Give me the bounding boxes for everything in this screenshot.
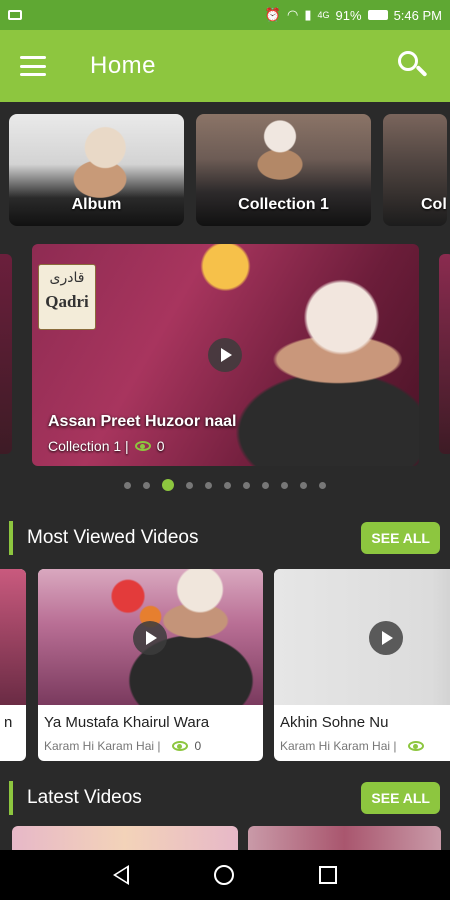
most-viewed-header: Most Viewed Videos SEE ALL <box>0 521 450 555</box>
slider-dot[interactable] <box>319 481 326 489</box>
page-title: Home <box>90 52 157 79</box>
category-card-col[interactable]: Col <box>383 114 447 226</box>
video-album: Karam Hi Karam Hai | <box>44 739 161 753</box>
video-title: Ya Mustafa Khairul Wara <box>44 714 210 731</box>
most-viewed-row: n Ya Mustafa Khairul Wara Karam Hi Karam… <box>0 569 450 764</box>
slider-dot[interactable] <box>124 481 131 489</box>
battery-percent: 91% <box>335 7 362 23</box>
category-card-album[interactable]: Album <box>9 114 184 226</box>
video-thumbnail <box>0 569 26 705</box>
slider-dot[interactable] <box>262 481 269 489</box>
slider-dot[interactable] <box>186 481 193 489</box>
latest-header: Latest Videos SEE ALL <box>0 781 450 815</box>
clock: 5:46 PM <box>393 7 442 23</box>
featured-collection: Collection 1 | <box>48 438 129 454</box>
app-bar: Home <box>0 30 450 102</box>
featured-title: Assan Preet Huzoor naal <box>48 413 237 430</box>
screen-icon <box>8 10 22 20</box>
video-views: 0 <box>194 739 202 753</box>
eye-icon <box>172 741 189 751</box>
slider-dots <box>0 479 450 491</box>
slider-dot[interactable] <box>162 479 174 491</box>
search-icon[interactable] <box>396 49 430 83</box>
section-accent-bar <box>9 781 13 815</box>
slider-dot[interactable] <box>300 481 307 489</box>
video-meta: Karam Hi Karam Hai | <box>280 739 430 753</box>
section-title-most-viewed: Most Viewed Videos <box>27 527 199 548</box>
play-button[interactable] <box>133 621 167 655</box>
latest-row <box>0 826 450 850</box>
play-button[interactable] <box>208 338 242 372</box>
network-label: 4G <box>317 10 330 20</box>
featured-slide[interactable]: قادری Qadri Assan Preet Huzoor naal Coll… <box>32 244 419 466</box>
video-title: Akhin Sohne Nu <box>280 714 389 731</box>
section-accent-bar <box>9 521 13 555</box>
logo-urdu: قادری <box>49 269 85 285</box>
slider-dot[interactable] <box>243 481 250 489</box>
slider-dot[interactable] <box>143 481 150 489</box>
video-meta: Karam Hi Karam Hai | 0 <box>44 739 201 753</box>
system-nav-bar <box>0 850 450 900</box>
logo-text: Qadri <box>45 292 89 311</box>
see-all-latest-button[interactable]: SEE ALL <box>361 782 440 814</box>
category-label: Col <box>421 196 447 213</box>
category-card-collection-1[interactable]: Collection 1 <box>196 114 371 226</box>
back-icon[interactable] <box>112 865 129 885</box>
alarm-icon: ⏰ <box>264 7 282 22</box>
play-button[interactable] <box>369 621 403 655</box>
section-title-latest: Latest Videos <box>27 787 142 808</box>
latest-video-card[interactable] <box>248 826 441 850</box>
qadri-logo: قادری Qadri <box>38 264 96 330</box>
category-label: Collection 1 <box>238 196 329 213</box>
slider-dot[interactable] <box>205 481 212 489</box>
slide-peek-right[interactable] <box>439 254 450 454</box>
video-album: Karam Hi Karam Hai | <box>280 739 397 753</box>
category-label: Album <box>71 196 122 213</box>
slide-peek-left[interactable] <box>0 254 12 454</box>
home-icon[interactable] <box>213 865 234 885</box>
video-title: n <box>4 714 13 731</box>
see-all-most-viewed-button[interactable]: SEE ALL <box>361 522 440 554</box>
status-bar: ⏰ ◠ ▮ 4G 91% 5:46 PM <box>0 0 450 30</box>
featured-slider[interactable]: قادری Qadri Assan Preet Huzoor naal Coll… <box>0 244 450 469</box>
recents-icon[interactable] <box>319 866 338 884</box>
eye-icon <box>134 441 151 451</box>
video-card[interactable]: Ya Mustafa Khairul Wara Karam Hi Karam H… <box>38 569 263 761</box>
main-content: Album Collection 1 Col قادری Qadri Assan… <box>0 102 450 850</box>
slider-dot[interactable] <box>281 481 288 489</box>
category-strip: Album Collection 1 Col <box>9 114 447 226</box>
eye-icon <box>408 741 425 751</box>
featured-views: 0 <box>156 438 165 454</box>
video-thumbnail <box>274 569 450 705</box>
video-card[interactable]: Akhin Sohne Nu Karam Hi Karam Hai | <box>274 569 450 761</box>
wifi-icon: ◠ <box>287 7 299 22</box>
signal-icon: ▮ <box>304 7 312 22</box>
latest-video-card[interactable] <box>12 826 238 850</box>
video-card-peek[interactable]: n <box>0 569 26 761</box>
slider-dot[interactable] <box>224 481 231 489</box>
battery-icon <box>367 10 388 20</box>
menu-icon[interactable] <box>20 56 46 76</box>
featured-meta: Collection 1 | 0 <box>48 438 164 454</box>
